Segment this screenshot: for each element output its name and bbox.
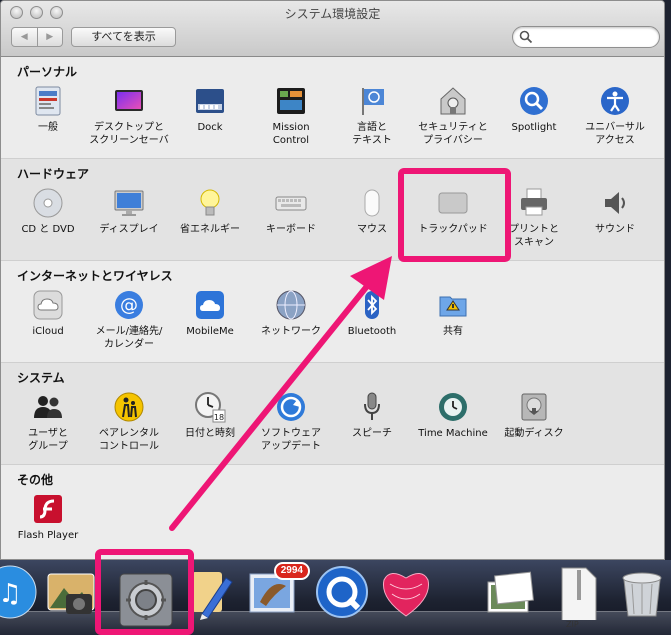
callout-arrow	[169, 256, 392, 531]
